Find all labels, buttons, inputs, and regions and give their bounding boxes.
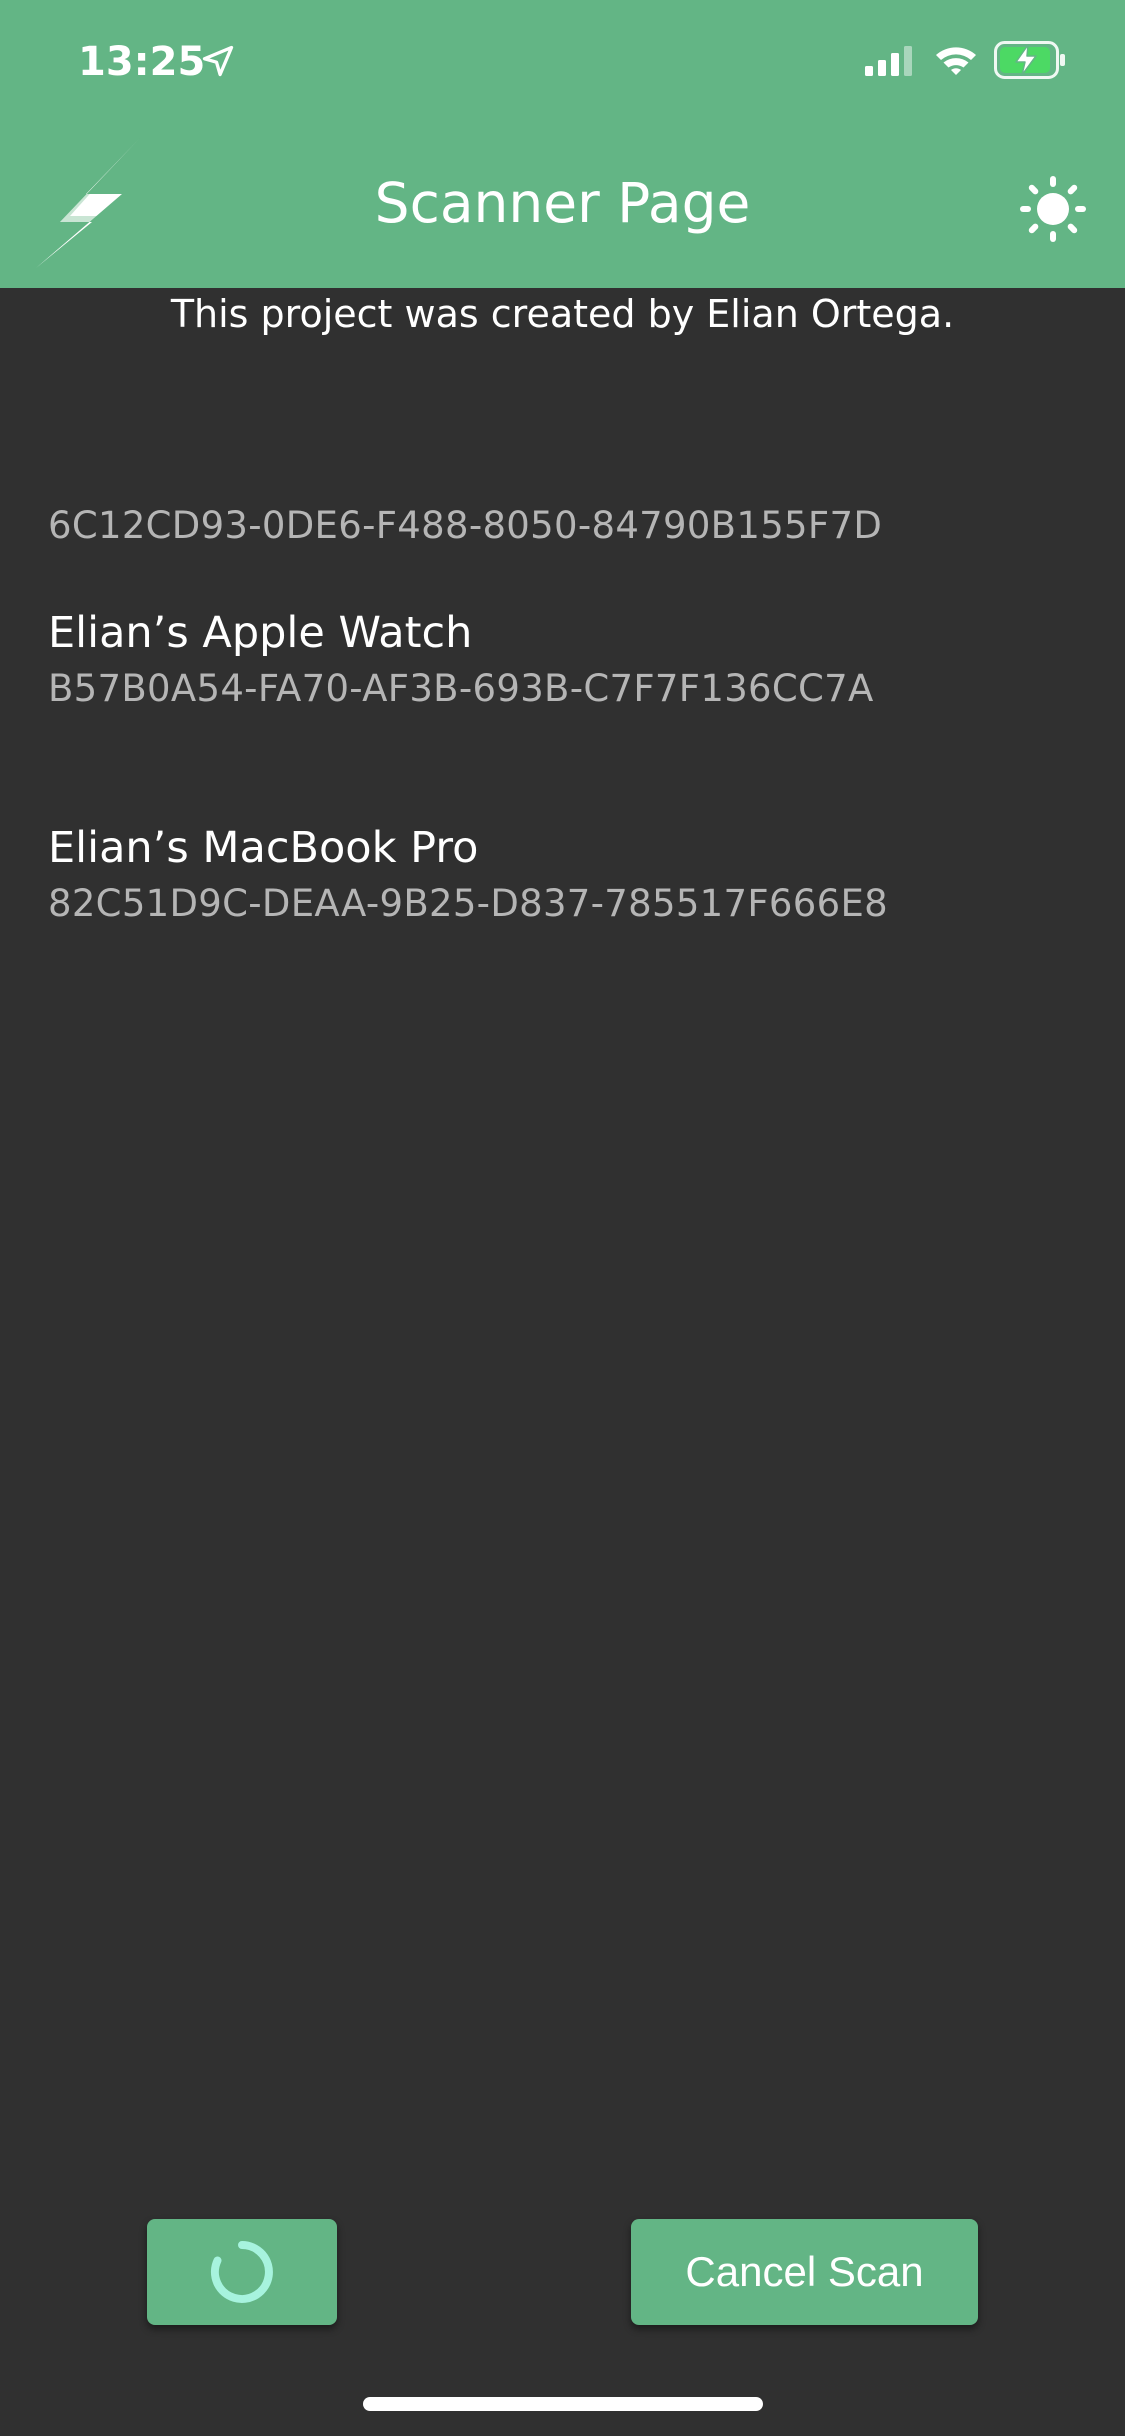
cancel-scan-label: Cancel Scan bbox=[685, 2248, 924, 2295]
credit-text: This project was created by Elian Ortega… bbox=[170, 292, 955, 336]
device-id: B57B0A54-FA70-AF3B-693B-C7F7F136CC7A bbox=[48, 667, 874, 710]
device-id: 82C51D9C-DEAA-9B25-D837-785517F666E8 bbox=[48, 882, 888, 925]
device-item[interactable]: 6C12CD93-0DE6-F488-8050-84790B155F7D bbox=[48, 440, 1088, 552]
device-id: 6C12CD93-0DE6-F488-8050-84790B155F7D bbox=[48, 504, 883, 547]
scanner-screen: 13:25 Scanner Page This project was crea… bbox=[0, 0, 1125, 2436]
device-name: Elian’s Apple Watch bbox=[48, 608, 473, 658]
cancel-scan-button[interactable]: Cancel Scan bbox=[631, 2219, 978, 2325]
device-name: Elian’s MacBook Pro bbox=[48, 823, 479, 873]
battery-charging-icon bbox=[994, 41, 1065, 79]
wifi-icon bbox=[936, 47, 976, 75]
device-item[interactable]: Elian’s Apple Watch B57B0A54-FA70-AF3B-6… bbox=[48, 603, 1088, 715]
home-indicator[interactable] bbox=[363, 2397, 763, 2411]
sun-icon[interactable] bbox=[1018, 174, 1088, 244]
app-bar: 13:25 Scanner Page bbox=[0, 0, 1125, 288]
cellular-signal-icon bbox=[865, 46, 912, 76]
scan-progress-button[interactable] bbox=[147, 2219, 337, 2325]
page-title: Scanner Page bbox=[374, 171, 751, 235]
status-time: 13:25 bbox=[78, 39, 206, 85]
device-name bbox=[48, 440, 1088, 500]
location-arrow-icon bbox=[202, 45, 234, 77]
loading-spinner-icon bbox=[210, 2241, 273, 2303]
device-item[interactable]: Elian’s MacBook Pro 82C51D9C-DEAA-9B25-D… bbox=[48, 818, 1088, 930]
